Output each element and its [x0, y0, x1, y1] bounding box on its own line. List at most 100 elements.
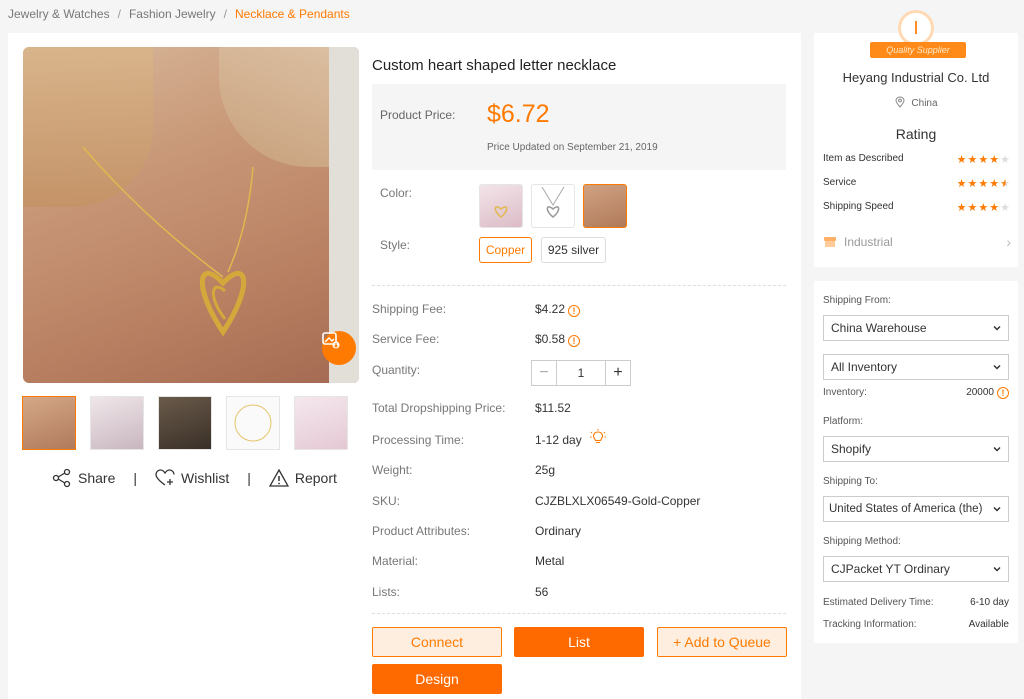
- price-box: Product Price: $6.72 Price Updated on Se…: [372, 84, 786, 170]
- sku-value: CJZBLXLX06549-Gold-Copper: [535, 494, 701, 508]
- lists-value: 56: [535, 585, 549, 599]
- processing-time-label: Processing Time:: [372, 433, 465, 447]
- lightbulb-icon[interactable]: [589, 428, 607, 446]
- swatch-necklace-drawing: [541, 186, 565, 218]
- inventory-count: 20000: [966, 387, 994, 398]
- divider: [372, 285, 786, 286]
- product-main-image: [23, 47, 359, 383]
- design-button[interactable]: Design: [372, 664, 502, 694]
- rating-row: Item as Described ★★★★★: [823, 153, 1011, 166]
- service-fee-value: $0.58!: [535, 332, 581, 347]
- breadcrumb-separator: /: [223, 7, 227, 21]
- supplier-category-link[interactable]: Industrial ›: [823, 234, 1011, 250]
- service-fee-amount: $0.58: [535, 332, 566, 346]
- quality-supplier-badge: Quality Supplier: [870, 42, 966, 58]
- shipping-to-label: Shipping To:: [823, 476, 878, 487]
- rating-title: Rating: [895, 126, 937, 142]
- medal-letter: I: [913, 17, 919, 38]
- quantity-decrease-button[interactable]: −: [532, 361, 557, 385]
- info-icon[interactable]: !: [997, 387, 1009, 399]
- price-value: $6.72: [487, 100, 550, 128]
- material-value: Metal: [535, 554, 565, 568]
- share-button[interactable]: Share: [52, 468, 115, 488]
- color-swatch-1[interactable]: [479, 184, 523, 228]
- breadcrumb: Jewelry & Watches / Fashion Jewelry / Ne…: [8, 7, 350, 21]
- delivery-time-label: Estimated Delivery Time:: [823, 597, 934, 608]
- divider: |: [133, 470, 137, 486]
- quantity-increase-button[interactable]: +: [605, 361, 630, 385]
- divider: [372, 613, 786, 614]
- shipping-to-select[interactable]: United States of America (the): [823, 496, 1009, 522]
- info-icon[interactable]: !: [568, 305, 581, 317]
- heart-plus-icon: [155, 469, 175, 486]
- list-button[interactable]: List: [514, 627, 644, 657]
- chevron-right-icon: ›: [1006, 234, 1011, 250]
- thumbnail-4[interactable]: [226, 396, 280, 450]
- add-to-queue-button[interactable]: + Add to Queue: [657, 627, 787, 657]
- swatch-necklace-drawing: [494, 206, 508, 218]
- color-swatch-2[interactable]: [531, 184, 575, 228]
- inventory-row: Inventory: 20000!: [823, 387, 1009, 399]
- shipping-to-value: United States of America (the): [829, 503, 983, 515]
- color-swatch-3[interactable]: [583, 184, 627, 228]
- style-label: Style:: [380, 238, 411, 252]
- rating-label: Service: [823, 177, 857, 188]
- quantity-stepper: − 1 +: [531, 360, 631, 386]
- breadcrumb-fashion-jewelry[interactable]: Fashion Jewelry: [129, 7, 216, 21]
- supplier-location-text: China: [911, 98, 938, 109]
- breadcrumb-necklace-pendants[interactable]: Necklace & Pendants: [235, 7, 350, 21]
- shipping-from-select[interactable]: China Warehouse: [823, 315, 1009, 341]
- shipping-method-select[interactable]: CJPacket YT Ordinary: [823, 556, 1009, 582]
- rating-label: Shipping Speed: [823, 201, 894, 212]
- tracking-row: Tracking Information: Available: [823, 619, 1009, 630]
- quality-supplier-medal: I: [898, 10, 934, 46]
- total-price-value: $11.52: [535, 401, 571, 415]
- thumbnail-5[interactable]: [294, 396, 348, 450]
- platform-value: Shopify: [831, 442, 872, 456]
- report-label: Report: [294, 470, 337, 486]
- share-label: Share: [78, 470, 116, 486]
- image-search-button[interactable]: [322, 331, 356, 365]
- delivery-time-row: Estimated Delivery Time: 6-10 day: [823, 597, 1009, 608]
- info-icon[interactable]: !: [568, 335, 581, 347]
- processing-time-value: 1-12 day: [535, 433, 582, 447]
- tracking-value: Available: [968, 619, 1009, 630]
- chevron-down-icon: [993, 446, 1001, 452]
- breadcrumb-jewelry-watches[interactable]: Jewelry & Watches: [8, 7, 110, 21]
- style-option-925-silver[interactable]: 925 silver: [541, 237, 606, 263]
- price-updated: Price Updated on September 21, 2019: [487, 142, 658, 153]
- thumbnail-1[interactable]: [22, 396, 76, 450]
- store-icon: [824, 237, 836, 247]
- location-pin-icon: [895, 96, 905, 108]
- product-attributes-value: Ordinary: [535, 524, 582, 538]
- thumbnail-2[interactable]: [90, 396, 144, 450]
- platform-select[interactable]: Shopify: [823, 436, 1009, 462]
- product-main-panel: Share | Wishlist | Report Custom heart s…: [8, 33, 801, 699]
- quantity-input[interactable]: 1: [557, 361, 605, 385]
- shipping-fee-value: $4.22!: [535, 302, 581, 317]
- thumbnail-3[interactable]: [158, 396, 212, 450]
- inventory-select[interactable]: All Inventory: [823, 354, 1009, 380]
- necklace-illustration: [82, 146, 254, 337]
- supplier-location: China: [814, 96, 1018, 109]
- sku-label: SKU:: [372, 494, 401, 508]
- inventory-select-value: All Inventory: [831, 360, 898, 374]
- price-label: Product Price:: [380, 108, 456, 122]
- weight-value: 25g: [535, 463, 556, 477]
- product-title: Custom heart shaped letter necklace: [372, 57, 617, 74]
- shipping-method-value: CJPacket YT Ordinary: [831, 562, 950, 576]
- style-option-copper[interactable]: Copper: [479, 237, 532, 263]
- shipping-method-label: Shipping Method:: [823, 536, 901, 547]
- rating-label: Item as Described: [823, 153, 904, 164]
- thumbnail-necklace-drawing: [234, 404, 272, 442]
- chevron-down-icon: [993, 325, 1001, 331]
- connect-button[interactable]: Connect: [372, 627, 502, 657]
- rating-row: Service ★★★★★: [823, 177, 1011, 190]
- supplier-category: Industrial: [844, 235, 893, 249]
- report-button[interactable]: Report: [268, 469, 337, 487]
- supplier-name[interactable]: Heyang Industrial Co. Ltd: [814, 70, 1018, 85]
- service-fee-label: Service Fee:: [372, 332, 440, 346]
- shipping-from-label: Shipping From:: [823, 295, 891, 306]
- wishlist-button[interactable]: Wishlist: [155, 469, 229, 487]
- lists-label: Lists:: [372, 585, 401, 599]
